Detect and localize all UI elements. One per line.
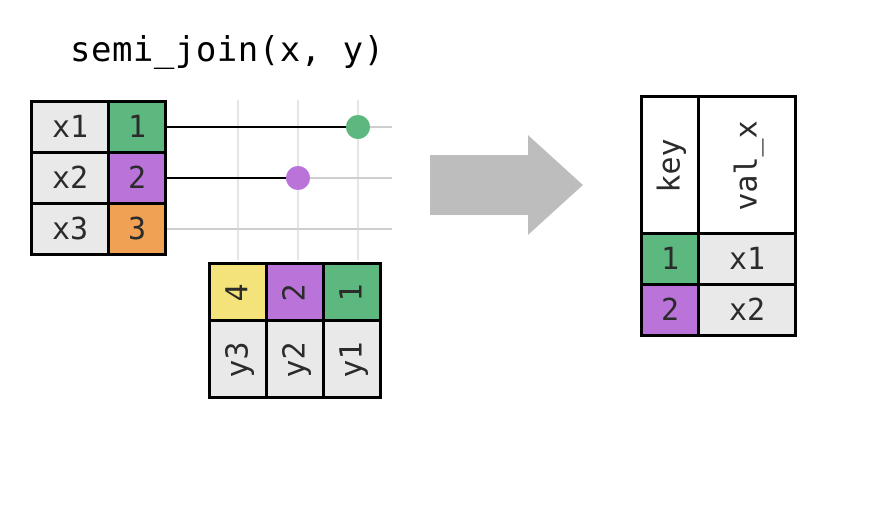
match-dot-0 <box>346 115 370 139</box>
match-dot-1 <box>286 166 310 190</box>
y-col-1-val: y2 <box>265 319 325 399</box>
x-row-2-key: 3 <box>107 202 167 256</box>
result-row-0-key: 1 <box>640 232 700 286</box>
x-row-1-val: x2 <box>30 151 110 205</box>
guide-y-col-0 <box>237 100 239 260</box>
result-arrow-head-icon <box>528 135 583 235</box>
no-match-line-row-2 <box>167 228 392 230</box>
result-row-0-val: x1 <box>697 232 797 286</box>
y-col-0-key: 4 <box>208 262 268 322</box>
y-col-1-key: 2 <box>265 262 325 322</box>
y-col-2-val: y1 <box>322 319 382 399</box>
match-line-row-1 <box>167 177 297 179</box>
result-header-valx: val_x <box>697 95 797 235</box>
y-col-0-val: y3 <box>208 319 268 399</box>
result-row-1-val: x2 <box>697 283 797 337</box>
x-row-2-val: x3 <box>30 202 110 256</box>
match-line-row-1-ext <box>297 177 392 179</box>
match-line-row-0 <box>167 126 357 128</box>
result-row-1-key: 2 <box>640 283 700 337</box>
result-header-key: key <box>640 95 700 235</box>
x-row-0-val: x1 <box>30 100 110 154</box>
x-row-1-key: 2 <box>107 151 167 205</box>
result-arrow-icon <box>430 155 530 215</box>
diagram-title: semi_join(x, y) <box>70 30 385 70</box>
x-row-0-key: 1 <box>107 100 167 154</box>
y-col-2-key: 1 <box>322 262 382 322</box>
